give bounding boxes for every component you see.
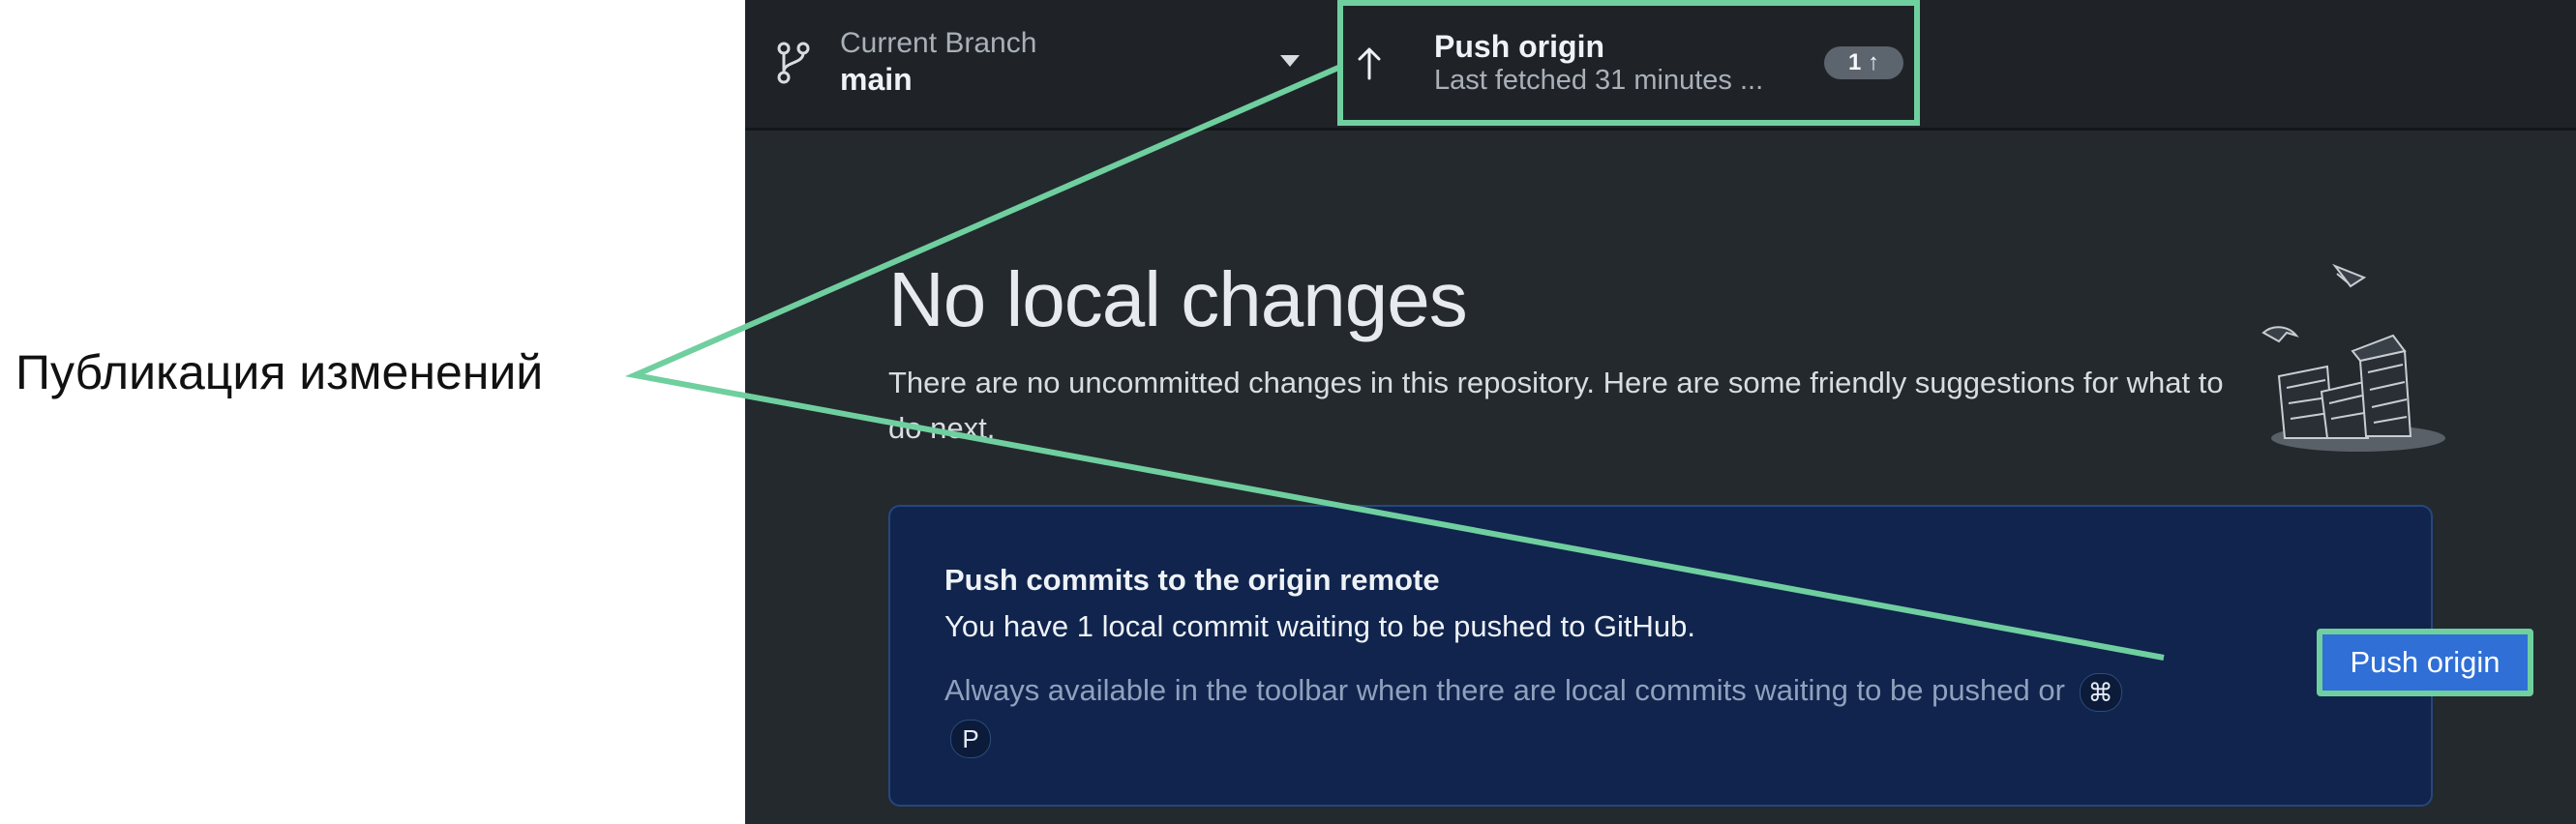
empty-state-illustration bbox=[2261, 263, 2445, 452]
page-title: No local changes bbox=[888, 256, 1468, 342]
annotation-caption: Публикация изменений bbox=[15, 345, 544, 399]
github-desktop-window: Current Branch main Push origin Last fet… bbox=[745, 0, 2576, 824]
push-origin-button[interactable]: Push origin bbox=[2317, 629, 2533, 696]
page-description: There are no uncommitted changes in this… bbox=[888, 366, 2224, 445]
annotation-highlight-toolbar bbox=[1337, 0, 1920, 126]
card-message: You have 1 local commit waiting to be pu… bbox=[944, 609, 1696, 643]
card-note-text: Always available in the toolbar when the… bbox=[944, 673, 2065, 707]
current-branch-name[interactable]: main bbox=[840, 62, 913, 98]
card-note: Always available in the toolbar when the… bbox=[944, 667, 2125, 760]
p-key: P bbox=[950, 719, 991, 758]
branch-dropdown-caret-icon[interactable] bbox=[1280, 55, 1300, 67]
toolbar: Current Branch main Push origin Last fet… bbox=[745, 0, 2576, 131]
current-branch-label: Current Branch bbox=[840, 27, 1037, 59]
card-title: Push commits to the origin remote bbox=[944, 563, 1440, 597]
push-suggestion-card: Push commits to the origin remote You ha… bbox=[888, 505, 2533, 807]
command-key-icon: ⌘ bbox=[2079, 672, 2122, 712]
git-branch-icon bbox=[777, 42, 810, 84]
